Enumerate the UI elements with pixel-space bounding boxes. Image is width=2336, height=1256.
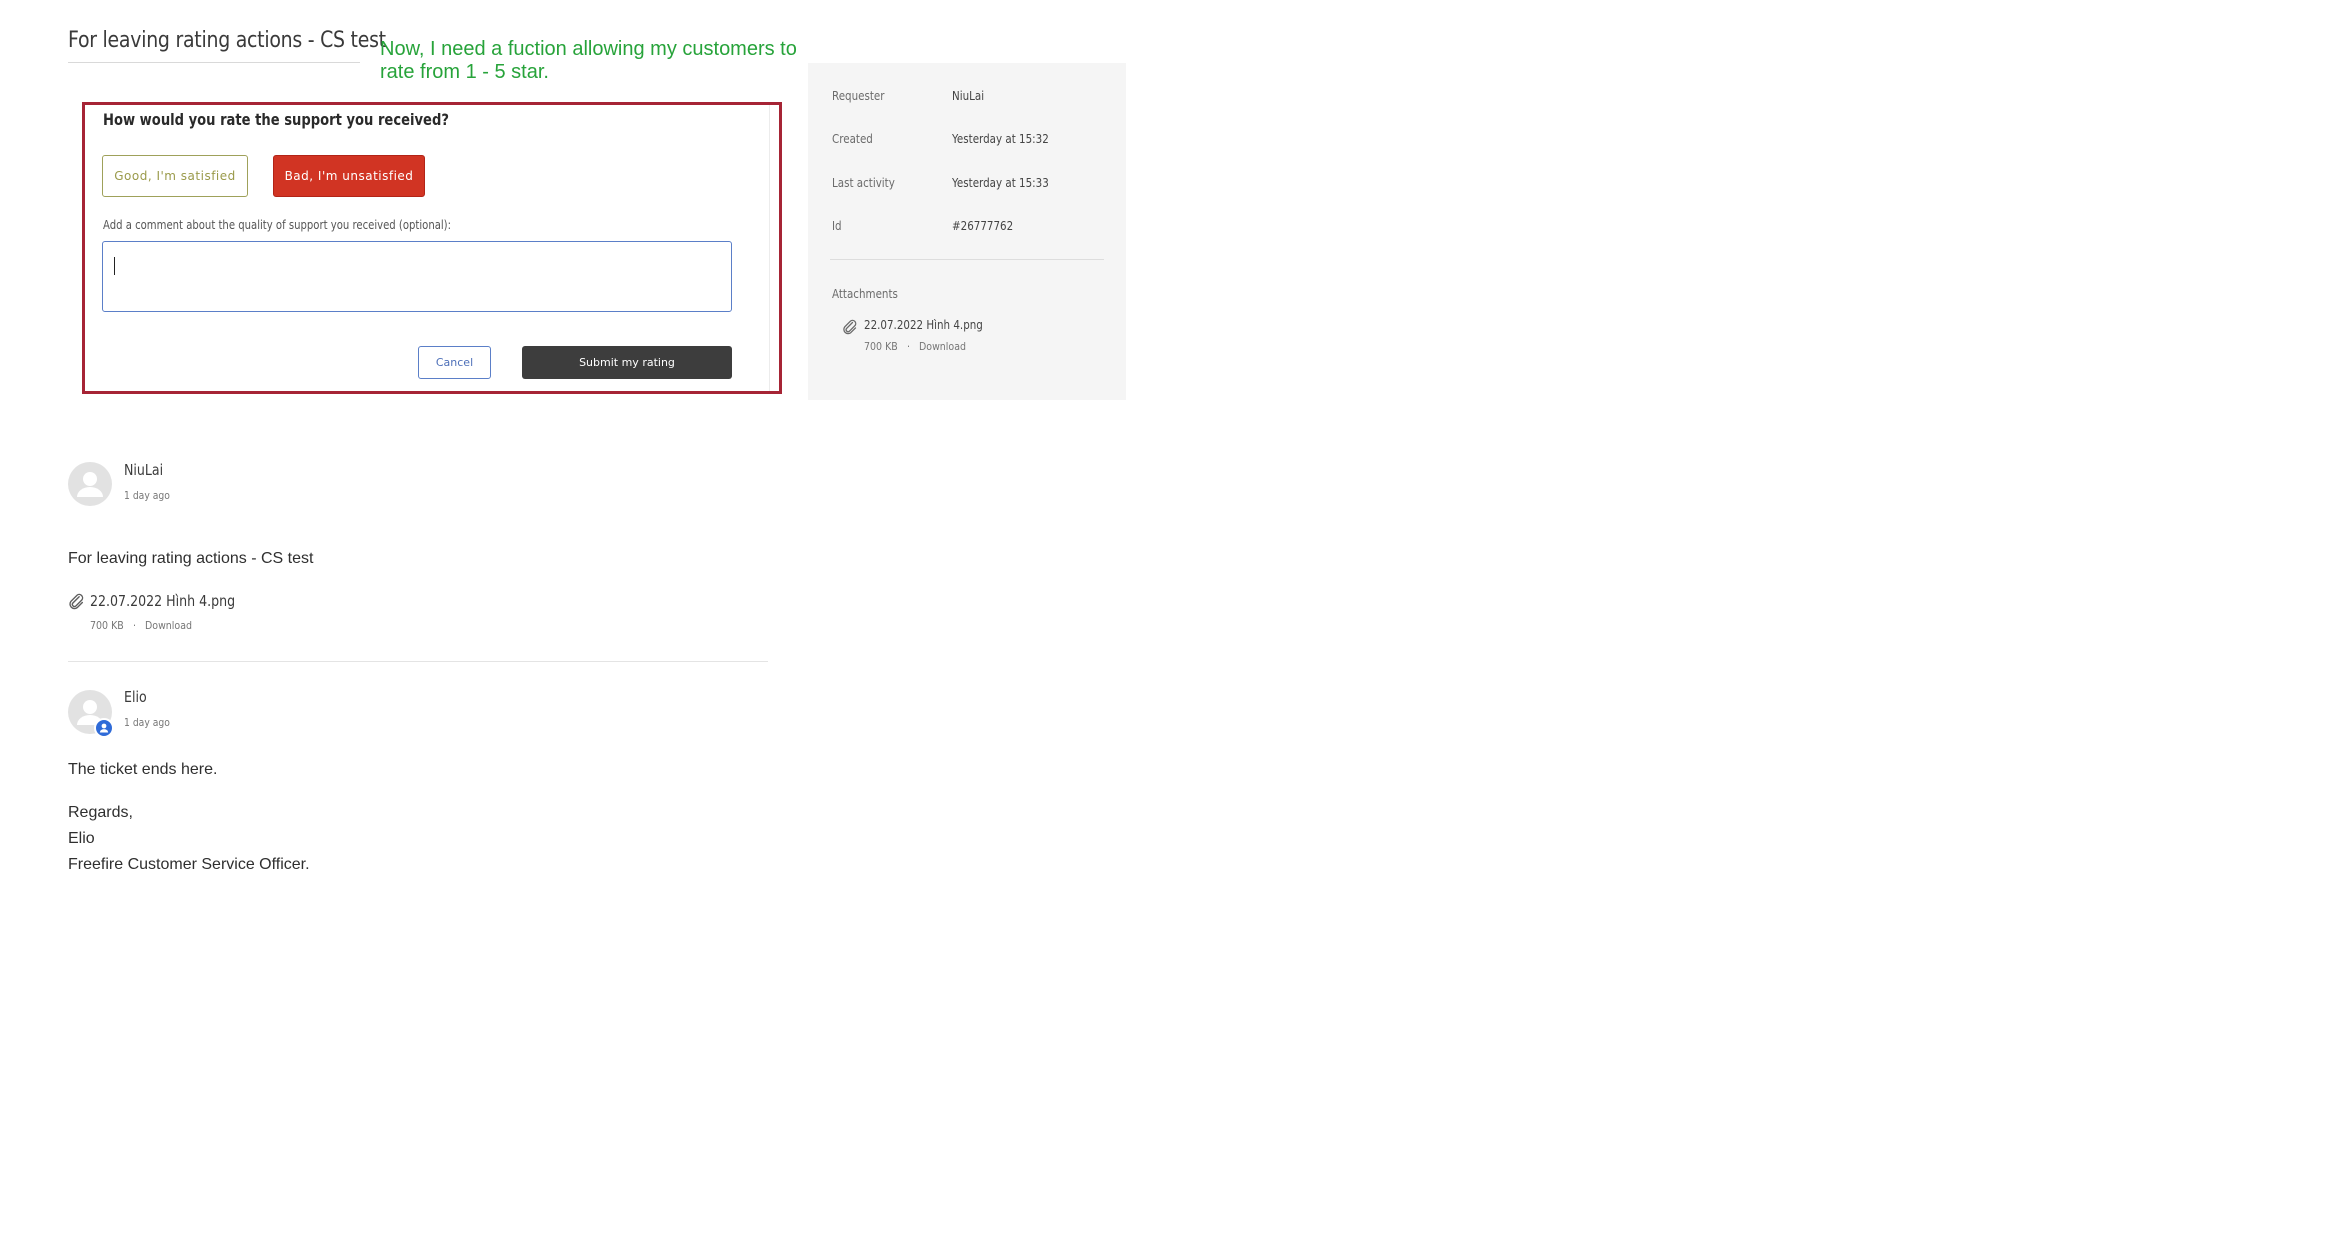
comment-attachment-link[interactable]: 22.07.2022 Hình 4.png — [90, 592, 235, 610]
cancel-button[interactable]: Cancel — [418, 346, 491, 379]
comment-body-line: Regards, — [68, 804, 133, 821]
text-caret — [114, 257, 115, 275]
comment-label: Add a comment about the quality of suppo… — [103, 218, 452, 232]
comment-body-line: Elio — [68, 830, 95, 847]
user-avatar-icon — [68, 462, 112, 506]
attachments-label: Attachments — [832, 287, 898, 301]
comment-attachment-separator: · — [133, 619, 137, 632]
submit-rating-button[interactable]: Submit my rating — [522, 346, 732, 379]
agent-badge-icon — [94, 718, 114, 738]
requester-value: NiuLai — [952, 89, 985, 103]
comment-divider — [68, 661, 768, 662]
sidebar-attachment-size: 700 KB — [864, 340, 898, 353]
rating-question: How would you rate the support you recei… — [103, 110, 449, 129]
bad-unsatisfied-button[interactable]: Bad, I'm unsatisfied — [273, 155, 425, 197]
created-label: Created — [832, 132, 873, 146]
comment-time: 1 day ago — [124, 489, 170, 502]
comment-attachment-size: 700 KB — [90, 619, 124, 632]
created-value: Yesterday at 15:32 — [952, 132, 1049, 146]
comment-body-line: The ticket ends here. — [68, 761, 218, 778]
details-divider — [830, 259, 1104, 260]
requester-label: Requester — [832, 89, 885, 103]
annotation-note: Now, I need a fuction allowing my custom… — [380, 38, 797, 83]
comment-time: 1 day ago — [124, 716, 170, 729]
id-label: Id — [832, 219, 842, 233]
sidebar-attachment-link[interactable]: 22.07.2022 Hình 4.png — [864, 318, 983, 332]
paperclip-icon — [842, 319, 858, 335]
title-underline — [68, 62, 360, 63]
comment-body: For leaving rating actions - CS test — [68, 550, 314, 567]
ticket-title: For leaving rating actions - CS test — [68, 28, 386, 53]
sidebar-attachment-download[interactable]: Download — [919, 340, 966, 353]
comment-attachment-download[interactable]: Download — [145, 619, 192, 632]
sidebar-attachment-separator: · — [907, 340, 911, 353]
id-value: #26777762 — [952, 219, 1014, 233]
good-satisfied-button[interactable]: Good, I'm satisfied — [102, 155, 248, 197]
comment-author: NiuLai — [124, 461, 164, 479]
paperclip-icon — [68, 593, 85, 610]
comment-author: Elio — [124, 688, 147, 706]
last-activity-value: Yesterday at 15:33 — [952, 176, 1049, 190]
comment-body-line: Freefire Customer Service Officer. — [68, 856, 310, 873]
rating-comment-input[interactable] — [102, 241, 732, 312]
last-activity-label: Last activity — [832, 176, 895, 190]
